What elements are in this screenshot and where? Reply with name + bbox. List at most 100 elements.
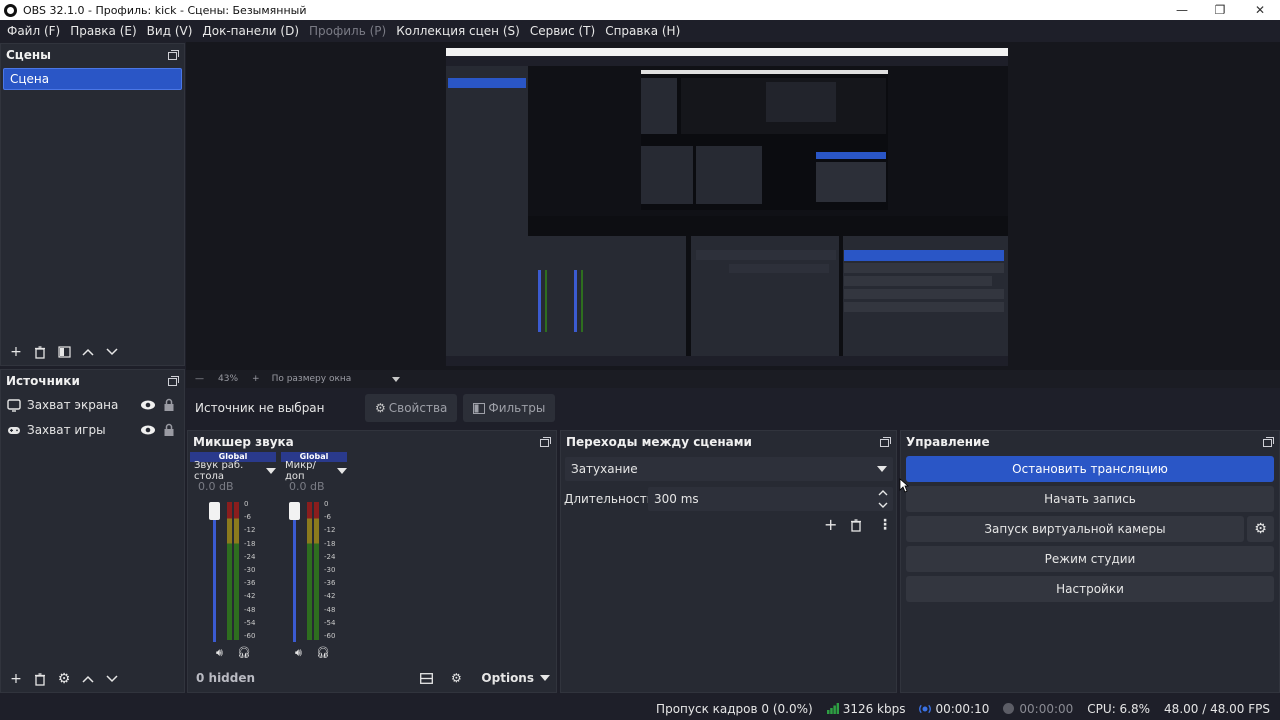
visibility-eye-icon[interactable] bbox=[139, 421, 157, 439]
studio-mode-button[interactable]: Режим студии bbox=[906, 546, 1274, 572]
scenes-dock: Сцены Сцена + bbox=[0, 43, 185, 366]
float-dock-icon[interactable] bbox=[167, 49, 179, 61]
volume-slider-handle[interactable] bbox=[209, 502, 220, 520]
spin-down-icon[interactable] bbox=[878, 501, 888, 509]
add-scene-button[interactable]: + bbox=[5, 341, 27, 363]
move-scene-up-button[interactable] bbox=[77, 341, 99, 363]
menu-docks[interactable]: Док-панели (D) bbox=[197, 24, 304, 38]
source-label: Захват экрана bbox=[27, 397, 119, 412]
close-button[interactable]: ✕ bbox=[1240, 0, 1280, 20]
menu-file[interactable]: Файл (F) bbox=[2, 24, 65, 38]
monitor-icon bbox=[7, 398, 21, 412]
transition-select[interactable]: Затухание bbox=[565, 457, 893, 481]
move-scene-down-button[interactable] bbox=[101, 341, 123, 363]
speaker-icon[interactable]: 🔊︎ bbox=[295, 646, 302, 660]
volume-slider-handle[interactable] bbox=[289, 502, 300, 520]
filter-icon bbox=[473, 402, 486, 414]
start-recording-button[interactable]: Начать запись bbox=[906, 486, 1274, 512]
stream-timer: 00:00:10 bbox=[919, 702, 989, 716]
channel-name-dropdown[interactable]: Звук раб. стола bbox=[190, 460, 276, 482]
bitrate-value: 3126 kbps bbox=[842, 701, 906, 716]
zoom-fit-select[interactable]: По размеру окна bbox=[272, 374, 392, 384]
source-properties-button[interactable]: ⚙ bbox=[53, 668, 75, 690]
chevron-down-icon bbox=[106, 348, 118, 356]
chevron-down-icon bbox=[266, 468, 276, 474]
add-transition-button[interactable]: + bbox=[824, 515, 837, 534]
chevron-down-icon[interactable] bbox=[391, 376, 400, 382]
menu-view[interactable]: Вид (V) bbox=[142, 24, 198, 38]
sources-dock: Источники Захват экрана Захват игры + ⚙ bbox=[0, 369, 185, 693]
chevron-down-icon bbox=[337, 468, 347, 474]
streaming-icon bbox=[919, 704, 932, 713]
float-dock-icon[interactable] bbox=[167, 375, 179, 387]
virtual-camera-settings-button[interactable]: ⚙ bbox=[1247, 516, 1274, 542]
advanced-audio-button[interactable]: ⚙ bbox=[445, 667, 467, 689]
speaker-icon[interactable]: 🔊︎ bbox=[216, 646, 223, 660]
spin-up-icon[interactable] bbox=[878, 489, 888, 497]
restore-button[interactable]: ❐ bbox=[1200, 0, 1240, 20]
layout-icon bbox=[419, 672, 433, 684]
float-dock-icon[interactable] bbox=[539, 436, 551, 448]
source-item-screen-capture[interactable]: Захват экрана bbox=[1, 392, 184, 417]
duration-spinbox[interactable]: 300 ms bbox=[648, 487, 893, 511]
add-source-button[interactable]: + bbox=[5, 668, 27, 690]
minimize-button[interactable]: — bbox=[1162, 0, 1202, 20]
channel-name: Звук раб. стола bbox=[194, 460, 244, 482]
zoom-in-button[interactable]: + bbox=[252, 374, 260, 384]
monitor-headphones-icon[interactable]: 🎧︎ bbox=[237, 646, 251, 659]
float-dock-icon[interactable] bbox=[879, 436, 891, 448]
lock-icon[interactable] bbox=[160, 421, 178, 439]
trash-icon bbox=[35, 672, 45, 686]
mixer-title: Микшер звука bbox=[193, 435, 294, 449]
transition-menu-icon[interactable]: ⋮ bbox=[878, 517, 892, 533]
chevron-up-icon bbox=[82, 348, 94, 356]
plus-icon: + bbox=[824, 515, 838, 534]
gamepad-icon bbox=[8, 426, 20, 434]
preview-canvas[interactable] bbox=[446, 48, 1008, 366]
remove-scene-button[interactable] bbox=[29, 341, 51, 363]
stream-time: 00:00:10 bbox=[935, 701, 990, 716]
sources-toolbar: + ⚙ bbox=[1, 666, 184, 692]
settings-button[interactable]: Настройки bbox=[906, 576, 1274, 602]
menu-tools[interactable]: Сервис (T) bbox=[525, 24, 600, 38]
menu-profile[interactable]: Профиль (P) bbox=[304, 24, 391, 38]
mouse-cursor-icon bbox=[899, 478, 909, 493]
mixer-layout-button[interactable] bbox=[415, 667, 437, 689]
stop-streaming-button[interactable]: Остановить трансляцию bbox=[906, 456, 1274, 482]
menu-scene-collection[interactable]: Коллекция сцен (S) bbox=[391, 24, 525, 38]
source-context-bar: Источник не выбран ⚙ Свойства Фильтры bbox=[186, 392, 1280, 424]
plus-icon: + bbox=[10, 671, 22, 687]
volume-slider-track[interactable] bbox=[213, 508, 216, 642]
transitions-title: Переходы между сценами bbox=[566, 435, 752, 449]
zoom-level: 43% bbox=[218, 374, 239, 384]
start-virtual-camera-button[interactable]: Запуск виртуальной камеры bbox=[906, 516, 1244, 542]
status-bar: Пропуск кадров 0 (0.0%) 3126 kbps 00:00:… bbox=[0, 697, 1280, 720]
menu-help[interactable]: Справка (H) bbox=[600, 24, 685, 38]
transition-selected: Затухание bbox=[571, 462, 638, 476]
scenes-title: Сцены bbox=[6, 48, 51, 62]
properties-button[interactable]: ⚙ Свойства bbox=[365, 394, 458, 422]
channel-db: 0.0 dB bbox=[289, 480, 325, 493]
preview-zoom-bar: — 43% + По размеру окна bbox=[186, 370, 1280, 388]
filters-button[interactable]: Фильтры bbox=[463, 394, 556, 422]
zoom-out-button[interactable]: — bbox=[195, 374, 204, 384]
float-dock-icon[interactable] bbox=[1262, 436, 1274, 448]
remove-source-button[interactable] bbox=[29, 668, 51, 690]
move-source-up-button[interactable] bbox=[77, 668, 99, 690]
obs-logo-icon bbox=[4, 3, 17, 17]
meter-scale: 0 -6 -12 -18 -24 -30 -36 -42 -48 -54 -60 bbox=[324, 500, 336, 640]
monitor-headphones-icon[interactable]: 🎧︎ bbox=[316, 646, 330, 659]
channel-db: 0.0 dB bbox=[198, 480, 234, 493]
mixer-options-button[interactable]: Options bbox=[481, 671, 550, 685]
scene-filters-button[interactable] bbox=[53, 341, 75, 363]
title-bar: OBS 32.1.0 - Профиль: kick - Сцены: Безы… bbox=[0, 0, 1280, 20]
volume-slider-track[interactable] bbox=[293, 508, 296, 642]
lock-icon[interactable] bbox=[160, 396, 178, 414]
menu-edit[interactable]: Правка (E) bbox=[65, 24, 141, 38]
move-source-down-button[interactable] bbox=[101, 668, 123, 690]
source-item-game-capture[interactable]: Захват игры bbox=[1, 417, 184, 442]
remove-transition-button[interactable] bbox=[850, 519, 862, 535]
visibility-eye-icon[interactable] bbox=[139, 396, 157, 414]
channel-name-dropdown[interactable]: Микр/доп bbox=[281, 460, 347, 482]
scene-item[interactable]: Сцена bbox=[3, 68, 182, 90]
